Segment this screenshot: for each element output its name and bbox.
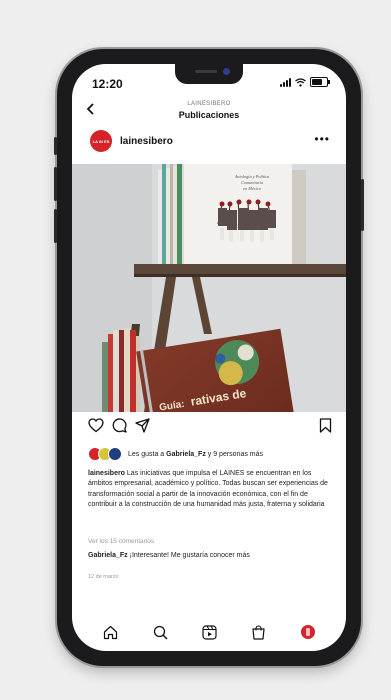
- post-photo[interactable]: Antología y Política Comunitaria en Méxi…: [72, 164, 346, 412]
- heart-icon[interactable]: [88, 418, 104, 433]
- front-camera: [223, 68, 230, 75]
- bookmark-icon[interactable]: [319, 418, 332, 433]
- svg-text:en México: en México: [243, 186, 262, 191]
- comment: Gabriela_Fz ¡Interesante! Me gustaría co…: [88, 552, 250, 559]
- notch: [175, 64, 243, 84]
- post-date: 12 de marzo: [88, 574, 119, 580]
- view-comments-link[interactable]: Ver los 15 comentarios: [88, 538, 154, 545]
- svg-text:Antología y Política: Antología y Política: [234, 174, 270, 179]
- caption-username[interactable]: lainesibero: [88, 470, 125, 477]
- caption-text: Las iniciativas que impulsa el LAINES se…: [88, 470, 328, 508]
- comment-text: ¡Interesante! Me gustaría conocer más: [127, 552, 250, 559]
- likes-prefix: Les gusta a: [128, 450, 167, 458]
- comment-username[interactable]: Gabriela_Fz: [88, 552, 128, 559]
- likes-user[interactable]: Gabriela_Fz: [166, 451, 206, 458]
- post-caption: lainesibero Las iniciativas que impulsa …: [88, 469, 334, 510]
- profile-icon[interactable]: [300, 625, 315, 639]
- status-icons: [280, 77, 330, 87]
- home-icon[interactable]: [103, 625, 118, 640]
- silent-switch: [54, 137, 57, 155]
- power-button: [361, 179, 364, 231]
- post-actions: [88, 418, 150, 433]
- wifi-icon: [295, 77, 306, 87]
- tab-bar: [72, 612, 346, 651]
- svg-text:Comunitaria: Comunitaria: [241, 180, 263, 185]
- likes-text[interactable]: Les gusta a Gabriela_Fz y 9 personas más: [128, 451, 263, 458]
- phone-screen: 12:20 LAINESIBERO Publicaciones LA IN ES…: [72, 64, 346, 651]
- status-time: 12:20: [92, 77, 123, 91]
- reels-icon[interactable]: [202, 624, 217, 640]
- volume-down-button: [54, 209, 57, 243]
- search-icon[interactable]: [153, 625, 168, 640]
- post-username[interactable]: lainesibero: [120, 136, 173, 147]
- comment-icon[interactable]: [112, 418, 127, 433]
- page-title: Publicaciones: [178, 110, 240, 120]
- header-username: LAINESIBERO: [187, 101, 231, 107]
- avatar[interactable]: LA IN ES: [90, 130, 112, 152]
- more-options-icon[interactable]: •••: [314, 132, 330, 146]
- share-icon[interactable]: [135, 418, 150, 433]
- battery-icon: [310, 77, 330, 87]
- likes-row: Les gusta a Gabriela_Fz y 9 personas más: [88, 447, 263, 461]
- speaker: [195, 70, 217, 73]
- likes-suffix: y 9 personas más: [205, 450, 264, 458]
- liker-avatar: [108, 447, 122, 461]
- signal-icon: [280, 77, 291, 87]
- volume-up-button: [54, 167, 57, 201]
- shop-icon[interactable]: [251, 624, 266, 640]
